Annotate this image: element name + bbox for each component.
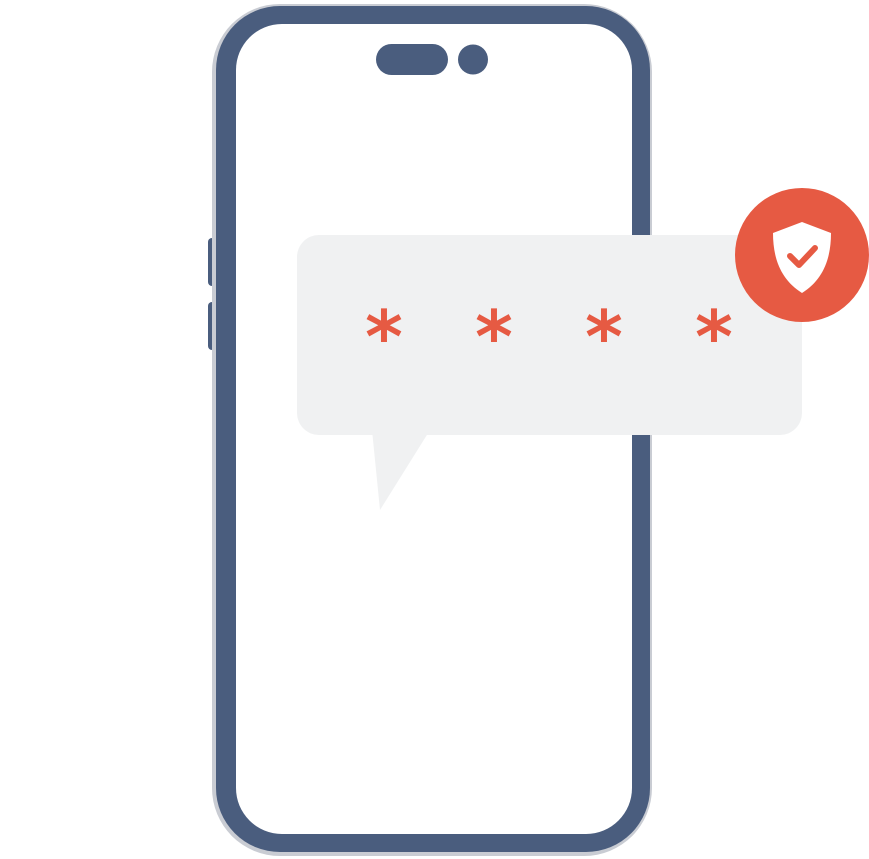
security-code-illustration: * * * * (0, 0, 869, 859)
masked-char-1: * (365, 295, 403, 379)
masked-char-4: * (695, 295, 733, 379)
security-badge (735, 188, 869, 322)
phone-camera (458, 44, 488, 75)
masked-char-2: * (475, 295, 513, 379)
masked-char-3: * (585, 295, 623, 379)
phone-dynamic-island-pill (376, 44, 448, 75)
illustration-canvas: * * * * (208, 4, 869, 856)
